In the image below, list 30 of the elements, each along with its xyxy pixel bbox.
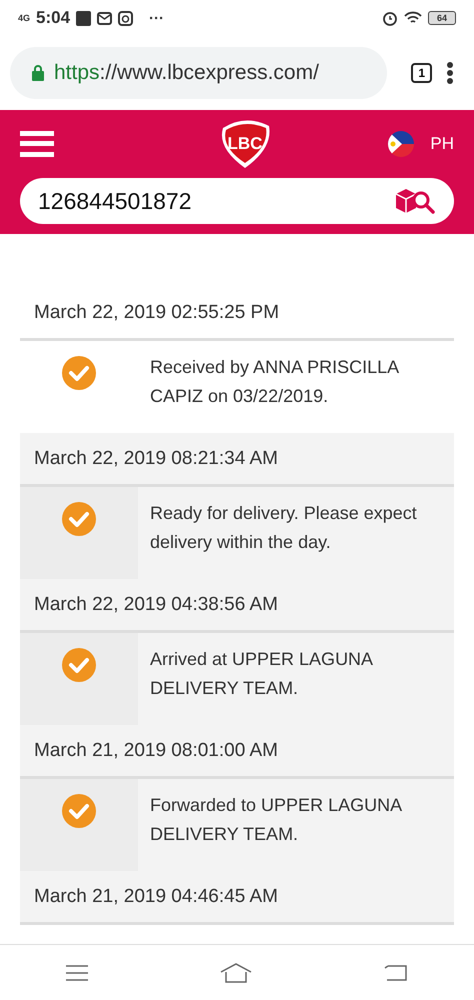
check-icon [61,647,97,683]
menu-icon[interactable] [66,964,88,980]
tab-count[interactable]: 1 [411,63,432,83]
alarm-icon [382,10,398,26]
wifi-icon [404,11,422,25]
url-text: https://www.lbcexpress.com/ [54,61,319,85]
back-icon[interactable] [384,964,408,982]
address-bar[interactable]: https://www.lbcexpress.com/ [10,47,388,99]
event-status: Ready for delivery. Please expect delivery within the day. [149,502,418,554]
check-icon [61,355,97,391]
home-icon[interactable] [220,962,252,982]
lock-icon [32,65,44,81]
country-code[interactable]: PH [430,134,454,154]
mail-icon [97,10,112,26]
tracking-search-field[interactable]: 126844501872 [20,178,454,224]
camera-icon [118,10,134,26]
menu-icon[interactable] [446,61,454,85]
network-label: 4G [18,14,30,22]
check-icon [61,793,97,829]
clock: 5:04 [36,8,70,28]
check-icon [61,501,97,537]
event-date: March 22, 2019 02:55:25 PM [20,287,454,341]
event-status: Arrived at UPPER LAGUNA DELIVERY TEAM. [149,648,374,700]
flag-icon [388,131,414,157]
more-notifications: ··· [149,10,164,26]
package-search-icon[interactable] [394,186,436,216]
event-date: March 21, 2019 04:46:45 AM [20,871,454,925]
event-status: Forwarded to UPPER LAGUNA DELIVERY TEAM. [149,794,403,846]
event-status: Received by ANNA PRISCILLA CAPIZ on 03/22/2019. [149,356,400,408]
battery-level: 64 [428,11,456,25]
